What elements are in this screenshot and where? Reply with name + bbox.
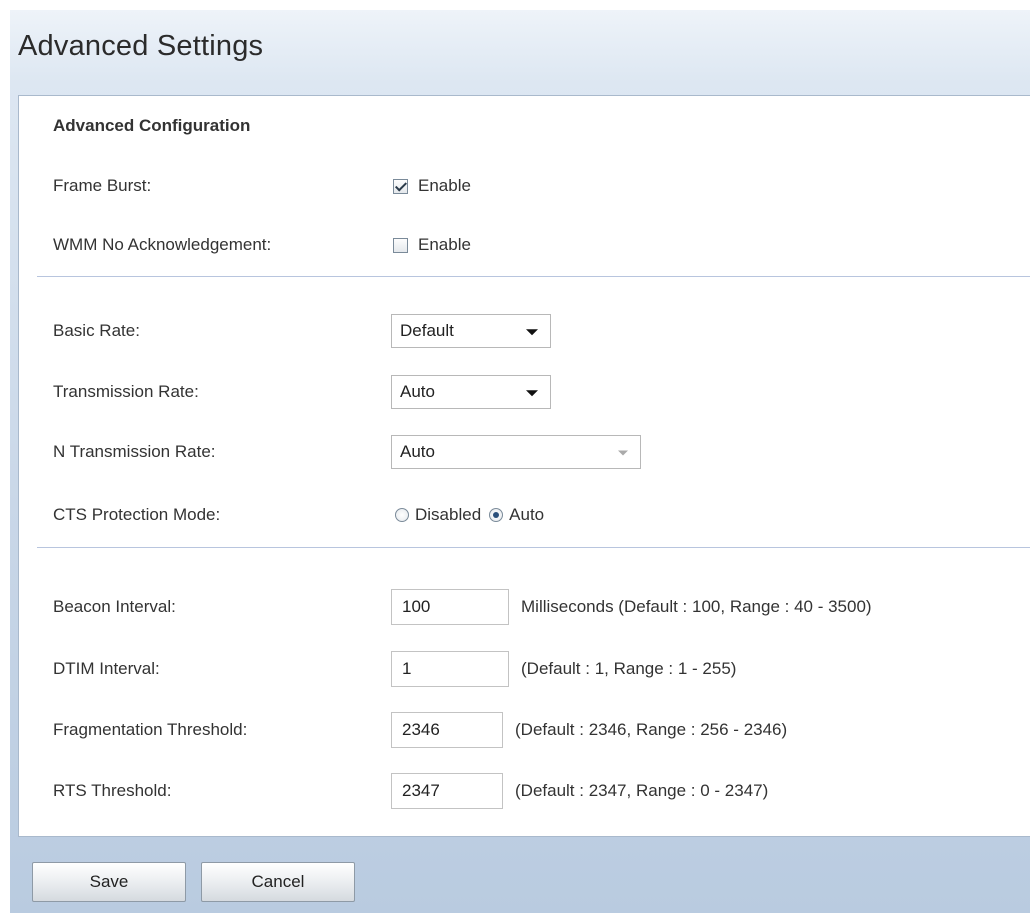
wmm-no-ack-control: Enable xyxy=(391,235,471,255)
divider xyxy=(37,276,1030,277)
basic-rate-label: Basic Rate: xyxy=(53,321,140,340)
transmission-rate-label: Transmission Rate: xyxy=(53,382,199,401)
frame-burst-label: Frame Burst: xyxy=(53,176,152,195)
dtim-interval-control: 1 (Default : 1, Range : 1 - 255) xyxy=(391,651,736,687)
cts-protection-control: Disabled Auto xyxy=(395,505,544,525)
beacon-interval-value: 100 xyxy=(402,597,431,616)
frame-burst-checkbox[interactable] xyxy=(393,178,408,194)
n-transmission-rate-select[interactable]: Auto xyxy=(391,435,641,469)
fragmentation-threshold-hint: (Default : 2346, Range : 256 - 2346) xyxy=(515,720,788,739)
cts-protection-row: CTS Protection Mode: Disabled Auto xyxy=(53,495,1030,535)
fragmentation-threshold-value: 2346 xyxy=(402,720,440,739)
chevron-down-icon xyxy=(526,329,538,336)
transmission-rate-value: Auto xyxy=(400,382,435,401)
basic-rate-row: Basic Rate: Default xyxy=(53,311,1030,351)
cts-disabled-label: Disabled xyxy=(415,505,482,524)
n-transmission-rate-control: Auto xyxy=(391,435,641,469)
chevron-down-icon xyxy=(526,390,538,397)
wmm-no-ack-enable-label: Enable xyxy=(418,235,471,254)
fragmentation-threshold-row: Fragmentation Threshold: 2346 (Default :… xyxy=(53,710,1030,750)
section-heading: Advanced Configuration xyxy=(53,116,251,135)
basic-rate-select[interactable]: Default xyxy=(391,314,551,348)
cts-protection-label: CTS Protection Mode: xyxy=(53,505,221,524)
cts-auto-radio[interactable] xyxy=(489,508,504,522)
dtim-interval-input[interactable]: 1 xyxy=(391,651,509,687)
beacon-interval-hint: Milliseconds (Default : 100, Range : 40 … xyxy=(521,597,872,616)
cts-auto-label: Auto xyxy=(509,505,545,524)
wmm-no-ack-row: WMM No Acknowledgement: Enable xyxy=(53,225,1030,265)
frame-burst-row: Frame Burst: Enable xyxy=(53,166,1030,206)
dtim-interval-hint: (Default : 1, Range : 1 - 255) xyxy=(521,659,737,678)
rts-threshold-hint: (Default : 2347, Range : 0 - 2347) xyxy=(515,781,769,800)
frame-burst-enable-label: Enable xyxy=(418,176,471,195)
beacon-interval-input[interactable]: 100 xyxy=(391,589,509,625)
frame-burst-control: Enable xyxy=(391,176,471,196)
rts-threshold-control: 2347 (Default : 2347, Range : 0 - 2347) xyxy=(391,773,768,809)
n-transmission-rate-label: N Transmission Rate: xyxy=(53,442,216,461)
beacon-interval-label: Beacon Interval: xyxy=(53,597,176,616)
dtim-interval-label: DTIM Interval: xyxy=(53,659,160,678)
save-button[interactable]: Save xyxy=(32,862,186,902)
rts-threshold-input[interactable]: 2347 xyxy=(391,773,503,809)
advanced-configuration-panel: Advanced Configuration Frame Burst: Enab… xyxy=(18,95,1030,837)
fragmentation-threshold-control: 2346 (Default : 2346, Range : 256 - 2346… xyxy=(391,712,787,748)
dtim-interval-value: 1 xyxy=(402,659,412,678)
fragmentation-threshold-label: Fragmentation Threshold: xyxy=(53,720,248,739)
n-transmission-rate-value: Auto xyxy=(400,442,435,461)
dtim-interval-row: DTIM Interval: 1 (Default : 1, Range : 1… xyxy=(53,649,1030,689)
chevron-down-icon xyxy=(618,450,628,456)
beacon-interval-control: 100 Milliseconds (Default : 100, Range :… xyxy=(391,589,872,625)
cancel-button[interactable]: Cancel xyxy=(201,862,355,902)
transmission-rate-select[interactable]: Auto xyxy=(391,375,551,409)
basic-rate-control: Default xyxy=(391,314,551,348)
fragmentation-threshold-input[interactable]: 2346 xyxy=(391,712,503,748)
beacon-interval-row: Beacon Interval: 100 Milliseconds (Defau… xyxy=(53,587,1030,627)
transmission-rate-row: Transmission Rate: Auto xyxy=(53,372,1030,412)
wmm-no-ack-checkbox[interactable] xyxy=(393,237,408,253)
basic-rate-value: Default xyxy=(400,321,454,340)
rts-threshold-value: 2347 xyxy=(402,781,440,800)
cts-disabled-radio[interactable] xyxy=(395,508,409,522)
divider xyxy=(37,547,1030,548)
wmm-no-ack-label: WMM No Acknowledgement: xyxy=(53,235,272,254)
page-title: Advanced Settings xyxy=(18,30,264,62)
rts-threshold-row: RTS Threshold: 2347 (Default : 2347, Ran… xyxy=(53,771,1030,811)
n-transmission-rate-row: N Transmission Rate: Auto xyxy=(53,432,1030,472)
rts-threshold-label: RTS Threshold: xyxy=(53,781,172,800)
transmission-rate-control: Auto xyxy=(391,375,551,409)
